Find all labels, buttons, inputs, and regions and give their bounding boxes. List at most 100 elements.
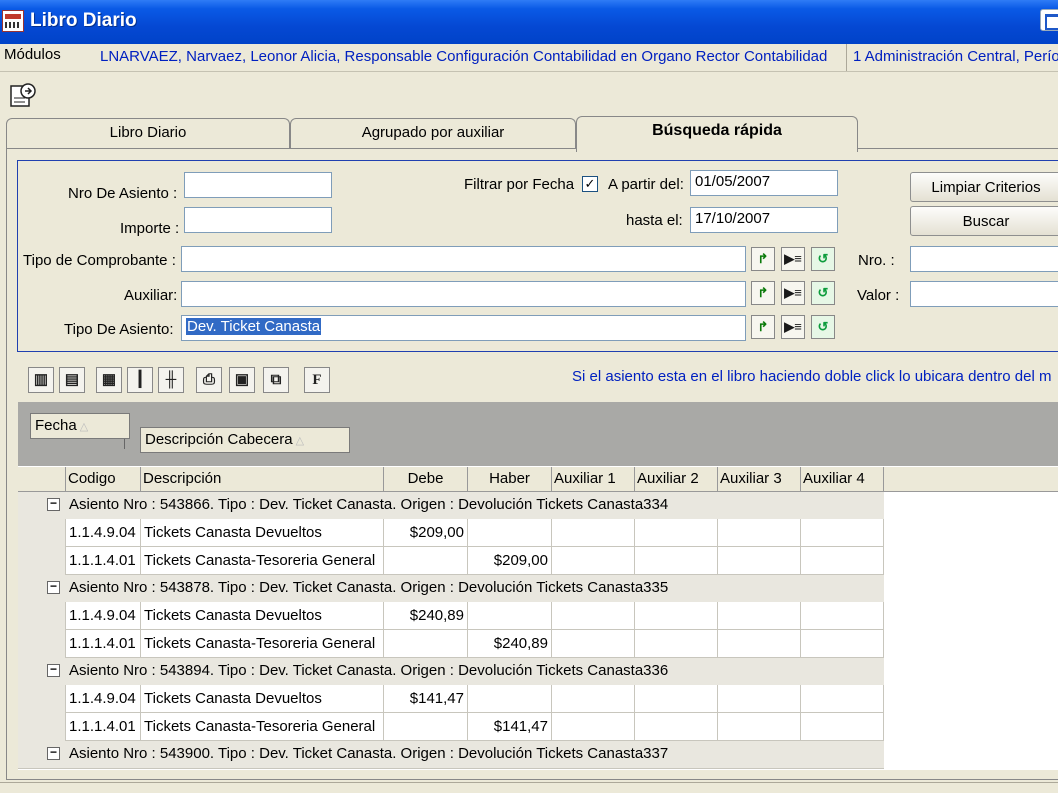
- tipo-comprobante-label: Tipo de Comprobante :: [23, 252, 176, 269]
- cell-auxiliar: [635, 685, 718, 713]
- export-icon[interactable]: [8, 80, 38, 110]
- group-by-descripcion-cabecera[interactable]: Descripción Cabecera △: [140, 427, 350, 453]
- cell-auxiliar: [801, 713, 884, 741]
- limpiar-criterios-button[interactable]: Limpiar Criterios: [910, 172, 1058, 202]
- auxiliar-input[interactable]: [181, 281, 746, 307]
- save-layout-icon[interactable]: ▤: [59, 367, 85, 393]
- font-icon[interactable]: F: [304, 367, 330, 393]
- cell-auxiliar: [718, 602, 801, 630]
- cell-codigo: 1.1.1.4.01: [66, 713, 141, 741]
- cell-codigo: 1.1.1.4.01: [66, 547, 141, 575]
- group-row[interactable]: − Asiento Nro : 543866. Tipo : Dev. Ticke…: [18, 492, 884, 520]
- cell-codigo: 1.1.4.9.04: [66, 519, 141, 547]
- group-row[interactable]: − Asiento Nro : 543900. Tipo : Dev. Ticke…: [18, 741, 884, 769]
- undo-icon[interactable]: ↺: [811, 281, 835, 305]
- collapse-icon[interactable]: −: [47, 746, 60, 760]
- indent-column-header: [18, 467, 66, 492]
- desde-label: A partir del:: [608, 176, 684, 193]
- tab-busqueda-rapida[interactable]: Búsqueda rápida: [576, 116, 858, 152]
- table-row[interactable]: 1.1.4.9.04 Tickets Canasta Devueltos $141,…: [18, 685, 884, 713]
- column-header-codigo[interactable]: Codigo: [66, 467, 141, 492]
- table-row[interactable]: 1.1.1.4.01 Tickets Canasta-Tesoreria Gene…: [18, 713, 884, 741]
- column-header-auxiliar-2[interactable]: Auxiliar 2: [635, 467, 718, 492]
- restore-icon[interactable]: [1040, 9, 1058, 31]
- separator: [846, 44, 847, 71]
- cell-auxiliar: [635, 519, 718, 547]
- cell-haber: $141,47: [468, 713, 552, 741]
- desde-date-input[interactable]: 01/05/2007: [690, 170, 838, 196]
- tipo-comprobante-input[interactable]: [181, 246, 746, 272]
- group-row[interactable]: − Asiento Nro : 543894. Tipo : Dev. Ticke…: [18, 658, 884, 686]
- cell-auxiliar: [552, 685, 635, 713]
- nro-input[interactable]: [910, 246, 1058, 272]
- column-header-auxiliar-4[interactable]: Auxiliar 4: [801, 467, 884, 492]
- table-row[interactable]: 1.1.4.9.04 Tickets Canasta Devueltos $209,…: [18, 519, 884, 547]
- cell-haber: [468, 602, 552, 630]
- column-header-debe[interactable]: Debe: [384, 467, 468, 492]
- grid-rows: − Asiento Nro : 543866. Tipo : Dev. Ticke…: [18, 492, 884, 770]
- cell-descripcion: Tickets Canasta-Tesoreria General: [141, 630, 384, 658]
- cell-auxiliar: [718, 547, 801, 575]
- modules-bar: Módulos LNARVAEZ, Narvaez, Leonor Alicia…: [0, 44, 1058, 72]
- buscar-button[interactable]: Buscar: [910, 206, 1058, 236]
- hasta-date-input[interactable]: 17/10/2007: [690, 207, 838, 233]
- collapse-icon[interactable]: ╫: [158, 367, 184, 393]
- select-icon[interactable]: ↱: [751, 315, 775, 339]
- tipo-asiento-input[interactable]: Dev. Ticket Canasta: [181, 315, 746, 341]
- undo-icon[interactable]: ↺: [811, 247, 835, 271]
- list-icon[interactable]: ▶≡: [781, 247, 805, 271]
- cell-debe: [384, 547, 468, 575]
- column-header-auxiliar-1[interactable]: Auxiliar 1: [552, 467, 635, 492]
- table-row[interactable]: 1.1.1.4.01 Tickets Canasta-Tesoreria Gene…: [18, 630, 884, 658]
- cell-haber: [468, 685, 552, 713]
- group-row[interactable]: − Asiento Nro : 543878. Tipo : Dev. Ticke…: [18, 575, 884, 603]
- undo-icon[interactable]: ↺: [811, 315, 835, 339]
- cell-debe: $209,00: [384, 519, 468, 547]
- cell-descripcion: Tickets Canasta Devueltos: [141, 519, 384, 547]
- tab-libro-diario[interactable]: Libro Diario: [6, 118, 290, 150]
- group-by-fecha[interactable]: Fecha △: [30, 413, 130, 439]
- collapse-icon[interactable]: −: [47, 580, 60, 594]
- group-connector: [124, 439, 125, 449]
- copy-icon[interactable]: ⧉: [263, 367, 289, 393]
- nro-asiento-label: Nro De Asiento :: [68, 185, 178, 202]
- preview-icon[interactable]: ▣: [229, 367, 255, 393]
- expand-icon[interactable]: ▦: [96, 367, 122, 393]
- group-by-descripcion-label: Descripción Cabecera: [145, 431, 293, 448]
- table-row[interactable]: 1.1.4.9.04 Tickets Canasta Devueltos $240,…: [18, 602, 884, 630]
- column-header-descripcion[interactable]: Descripción: [141, 467, 384, 492]
- collapse-icon[interactable]: −: [47, 497, 60, 511]
- modules-menu[interactable]: Módulos: [4, 46, 61, 63]
- cell-debe: [384, 713, 468, 741]
- cell-codigo: 1.1.4.9.04: [66, 602, 141, 630]
- collapse-icon[interactable]: −: [47, 663, 60, 677]
- current-entity: 1 Administración Central, Perío: [853, 48, 1058, 65]
- list-icon[interactable]: ▶≡: [781, 315, 805, 339]
- column-header-auxiliar-3[interactable]: Auxiliar 3: [718, 467, 801, 492]
- importe-input[interactable]: [184, 207, 332, 233]
- select-icon[interactable]: ↱: [751, 247, 775, 271]
- tipo-asiento-value: Dev. Ticket Canasta: [186, 318, 322, 335]
- nro-asiento-input[interactable]: [184, 172, 332, 198]
- status-bar: [0, 782, 1058, 793]
- window-title: Libro Diario: [30, 10, 137, 31]
- column-chooser-icon[interactable]: ▥: [28, 367, 54, 393]
- table-row[interactable]: 1.1.1.4.01 Tickets Canasta-Tesoreria Gene…: [18, 547, 884, 575]
- cell-descripcion: Tickets Canasta-Tesoreria General: [141, 713, 384, 741]
- group-row-label: Asiento Nro : 543866. Tipo : Dev. Ticket…: [69, 496, 669, 513]
- valor-input[interactable]: [910, 281, 1058, 307]
- group-by-fecha-label: Fecha: [35, 417, 77, 434]
- split-icon[interactable]: ┃: [127, 367, 153, 393]
- cell-descripcion: Tickets Canasta Devueltos: [141, 602, 384, 630]
- cell-auxiliar: [635, 713, 718, 741]
- valor-label: Valor :: [857, 287, 900, 304]
- filtrar-fecha-checkbox[interactable]: ✓: [582, 176, 598, 192]
- hint-text: Si el asiento esta en el libro haciendo …: [572, 368, 1052, 385]
- select-icon[interactable]: ↱: [751, 281, 775, 305]
- column-header-haber[interactable]: Haber: [468, 467, 552, 492]
- list-icon[interactable]: ▶≡: [781, 281, 805, 305]
- tab-agrupado-por-auxiliar[interactable]: Agrupado por auxiliar: [290, 118, 576, 150]
- cell-descripcion: Tickets Canasta-Tesoreria General: [141, 547, 384, 575]
- print-icon[interactable]: ⎙: [196, 367, 222, 393]
- cell-auxiliar: [801, 519, 884, 547]
